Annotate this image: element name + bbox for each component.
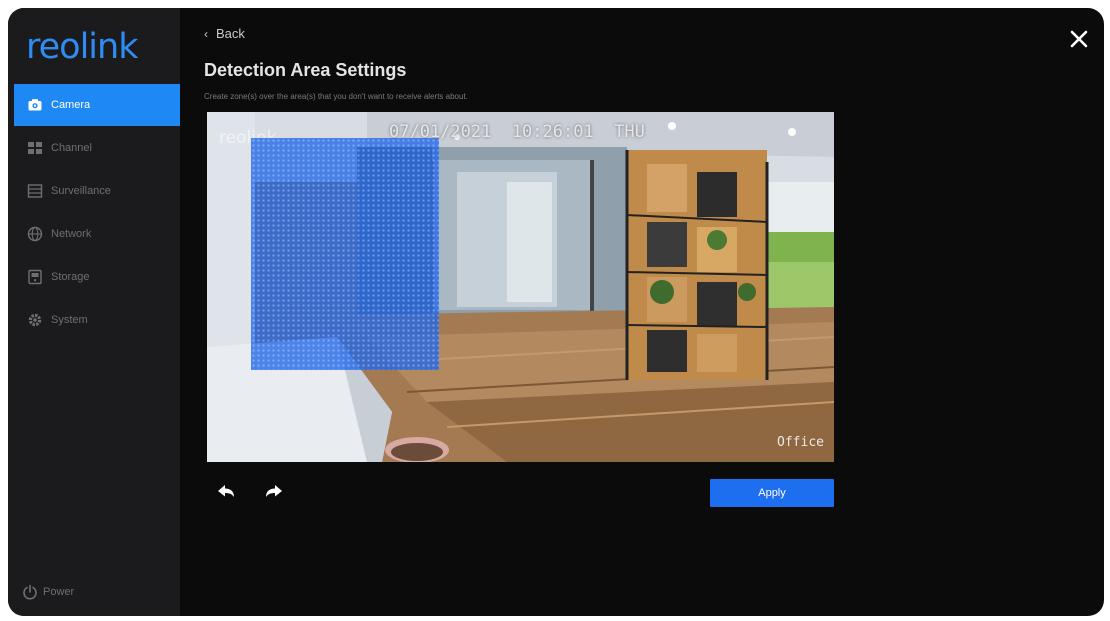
drawing-toolbar (214, 480, 310, 504)
sidebar-item-storage[interactable]: Storage (14, 256, 180, 298)
sidebar-item-label: Camera (51, 99, 91, 111)
surveillance-icon (26, 182, 44, 200)
storage-icon (26, 268, 44, 286)
sidebar-item-label: Storage (51, 271, 90, 283)
system-icon (26, 311, 44, 329)
sidebar-item-channel[interactable]: Channel (14, 127, 180, 169)
network-icon (26, 225, 44, 243)
sidebar-item-label: System (51, 314, 88, 326)
redo-icon[interactable] (262, 480, 286, 504)
sidebar-nav: Camera Channel Surveillance Network Stor… (14, 84, 180, 342)
camera-name-label: Office (777, 435, 824, 450)
sidebar-item-network[interactable]: Network (14, 213, 180, 255)
camera-preview[interactable]: reolink 07/01/2021 10:26:01 THU Office (207, 112, 834, 462)
power-icon (23, 584, 37, 600)
channel-icon (26, 139, 44, 157)
back-label: Back (216, 26, 245, 41)
power-button[interactable]: Power (22, 584, 74, 600)
detection-mask-zone[interactable] (251, 138, 439, 370)
chevron-left-icon: ‹ (204, 26, 208, 41)
sidebar-item-system[interactable]: System (14, 299, 180, 341)
undo-icon[interactable] (214, 480, 238, 504)
sidebar-item-surveillance[interactable]: Surveillance (14, 170, 180, 212)
sidebar-item-label: Channel (51, 142, 92, 154)
sidebar-item-label: Network (51, 228, 92, 240)
sidebar-item-camera[interactable]: Camera (14, 84, 180, 126)
sidebar: reolink Camera Channel Surveillance Netw… (8, 8, 180, 616)
apply-button[interactable]: Apply (710, 479, 834, 507)
close-icon[interactable] (1068, 28, 1090, 50)
settings-window: reolink Camera Channel Surveillance Netw… (8, 8, 1104, 616)
power-label: Power (43, 586, 75, 598)
sidebar-item-label: Surveillance (51, 185, 111, 197)
page-description: Create zone(s) over the area(s) that you… (204, 92, 468, 101)
camera-icon (26, 96, 44, 114)
back-button[interactable]: ‹ Back (204, 26, 245, 41)
reolink-logo: reolink (26, 27, 138, 67)
page-title: Detection Area Settings (204, 60, 407, 80)
